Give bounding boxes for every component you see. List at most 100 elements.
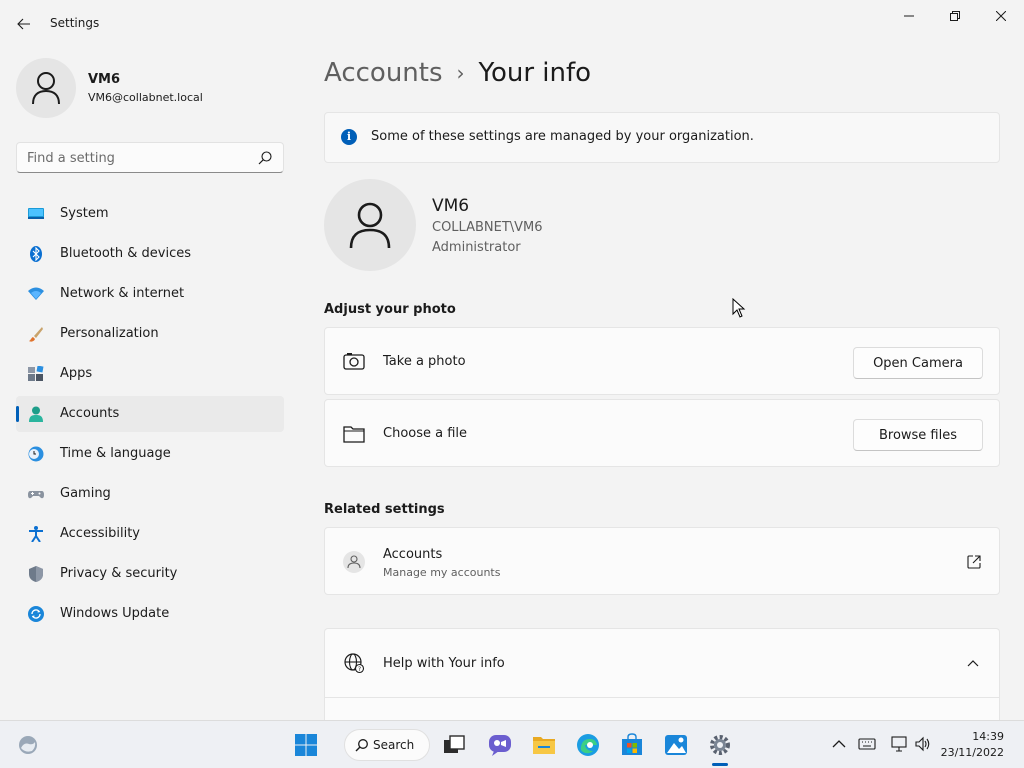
widgets-icon[interactable] — [16, 733, 40, 757]
person-icon — [349, 202, 391, 249]
app-title: Settings — [50, 16, 100, 30]
help-expander[interactable]: ? Help with Your info — [324, 628, 1000, 720]
network-status-icon[interactable] — [890, 735, 908, 753]
back-button[interactable] — [8, 8, 40, 40]
related-settings-heading: Related settings — [324, 502, 445, 517]
back-arrow-icon — [17, 18, 30, 30]
chevron-up-icon[interactable] — [830, 735, 848, 753]
sidebar-item-time-language[interactable]: Time & language — [16, 436, 284, 472]
search-icon — [355, 739, 368, 752]
search-input[interactable] — [27, 149, 247, 167]
org-managed-notice: i Some of these settings are managed by … — [324, 112, 1000, 163]
sidebar-item-label: Personalization — [60, 326, 159, 341]
keyboard-icon[interactable] — [858, 735, 876, 753]
sidebar-item-network[interactable]: Network & internet — [16, 276, 284, 312]
edge-icon[interactable] — [576, 733, 600, 757]
page-title: Your info — [478, 58, 592, 88]
file-explorer-icon[interactable] — [532, 733, 556, 757]
info-icon: i — [341, 129, 357, 145]
active-app-indicator — [712, 763, 728, 766]
chat-icon[interactable] — [488, 733, 512, 757]
choose-file-label: Choose a file — [383, 426, 468, 441]
help-label: Help with Your info — [383, 656, 505, 671]
restore-button[interactable] — [932, 0, 978, 32]
sidebar-item-privacy[interactable]: Privacy & security — [16, 556, 284, 592]
sidebar-nav: System Bluetooth & devices Network & int… — [16, 196, 284, 636]
open-camera-button[interactable]: Open Camera — [853, 347, 983, 379]
sidebar-item-label: Time & language — [60, 446, 171, 461]
related-accounts-link[interactable]: Accounts Manage my accounts — [324, 527, 1000, 595]
close-icon — [996, 11, 1006, 21]
system-icon — [28, 208, 44, 219]
choose-file-card: Choose a file Browse files — [324, 399, 1000, 467]
sidebar-item-accessibility[interactable]: Accessibility — [16, 516, 284, 552]
sidebar-item-label: Windows Update — [60, 606, 170, 621]
sidebar-item-gaming[interactable]: Gaming — [16, 476, 284, 512]
start-icon[interactable] — [294, 733, 318, 757]
sidebar-item-label: System — [60, 206, 109, 221]
sidebar-item-label: Apps — [60, 366, 93, 381]
camera-icon — [343, 353, 365, 370]
take-photo-card: Take a photo Open Camera — [324, 327, 1000, 395]
user-account: COLLABNET\VM6 — [432, 220, 543, 235]
related-accounts-label: Accounts — [383, 547, 443, 562]
close-button[interactable] — [978, 0, 1024, 32]
sidebar-item-apps[interactable]: Apps — [16, 356, 284, 392]
user-name: VM6 — [432, 196, 470, 216]
photos-icon[interactable] — [664, 733, 688, 757]
help-divider — [325, 697, 999, 698]
browse-files-button[interactable]: Browse files — [853, 419, 983, 451]
gamepad-icon — [28, 491, 44, 499]
mouse-cursor-icon — [732, 298, 746, 318]
volume-icon[interactable] — [914, 735, 932, 753]
sidebar-item-bluetooth[interactable]: Bluetooth & devices — [16, 236, 284, 272]
sidebar-item-accounts[interactable]: Accounts — [16, 396, 284, 432]
taskbar: Search 14:39 23/11/2022 — [0, 720, 1024, 768]
taskbar-search-label: Search — [373, 738, 415, 752]
external-link-icon — [967, 555, 981, 569]
shield-icon — [29, 566, 43, 582]
adjust-photo-heading: Adjust your photo — [324, 302, 456, 317]
svg-text:?: ? — [358, 666, 361, 673]
person-icon — [347, 555, 361, 569]
user-role: Administrator — [432, 240, 521, 255]
sidebar-item-personalization[interactable]: Personalization — [16, 316, 284, 352]
clock-date[interactable]: 23/11/2022 — [941, 746, 1004, 759]
restore-icon — [950, 11, 960, 21]
profile-email: VM6@collabnet.local — [88, 91, 203, 104]
minimize-button[interactable] — [886, 0, 932, 32]
settings-search[interactable] — [16, 142, 284, 173]
clock-icon — [28, 446, 44, 462]
sidebar-item-label: Privacy & security — [60, 566, 178, 581]
related-accounts-sub: Manage my accounts — [383, 566, 501, 579]
settings-gear-icon[interactable] — [708, 733, 732, 757]
sidebar-item-label: Gaming — [60, 486, 111, 501]
breadcrumb-parent[interactable]: Accounts — [324, 58, 443, 88]
breadcrumb-separator: › — [456, 61, 465, 85]
user-avatar — [324, 179, 416, 271]
update-icon — [28, 606, 44, 622]
accessibility-icon — [29, 526, 43, 542]
sidebar-item-system[interactable]: System — [16, 196, 284, 232]
profile-name: VM6 — [88, 72, 121, 87]
task-view-icon[interactable] — [442, 733, 466, 757]
accounts-avatar — [343, 551, 365, 573]
profile-avatar[interactable] — [16, 58, 76, 118]
take-photo-label: Take a photo — [383, 354, 466, 369]
sidebar-item-label: Network & internet — [60, 286, 185, 301]
chevron-up-icon[interactable] — [967, 659, 979, 667]
title-bar: Settings — [0, 0, 1024, 48]
person-icon — [32, 72, 60, 105]
notice-text: Some of these settings are managed by yo… — [371, 129, 754, 144]
clock-time[interactable]: 14:39 — [972, 730, 1004, 743]
globe-icon: ? — [344, 653, 365, 674]
network-icon — [28, 287, 44, 300]
sidebar-item-windows-update[interactable]: Windows Update — [16, 596, 284, 632]
apps-icon — [28, 366, 44, 381]
brush-icon — [29, 327, 43, 342]
store-icon[interactable] — [620, 733, 644, 757]
minimize-icon — [904, 15, 914, 17]
folder-icon — [343, 426, 365, 443]
taskbar-search[interactable]: Search — [344, 729, 430, 761]
search-icon[interactable] — [257, 150, 273, 166]
